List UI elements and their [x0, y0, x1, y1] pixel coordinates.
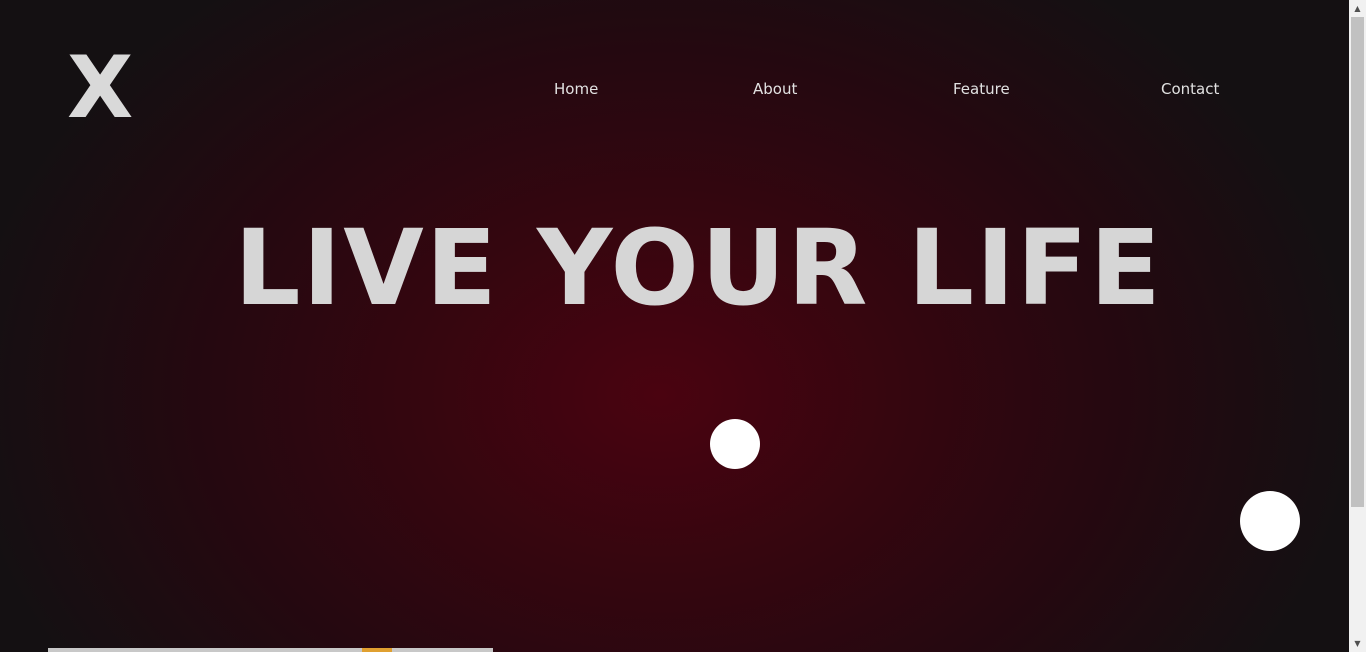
next-section-accent	[362, 648, 392, 652]
nav-link-contact[interactable]: Contact	[1161, 79, 1219, 99]
triangle-down-icon[interactable]: ▼	[1349, 635, 1366, 652]
cursor-dot	[710, 419, 760, 469]
nav-link-feature[interactable]: Feature	[953, 79, 1010, 99]
floating-circle-button[interactable]	[1240, 491, 1300, 551]
scrollbar-thumb[interactable]	[1351, 17, 1364, 507]
hero-section: X Home About Feature Contact LIVE YOUR L…	[0, 0, 1349, 652]
next-section-edge	[48, 648, 493, 652]
nav-link-home[interactable]: Home	[554, 79, 598, 99]
triangle-up-icon[interactable]: ▲	[1349, 0, 1366, 17]
hero-headline: LIVE YOUR LIFE	[234, 207, 1163, 329]
vertical-scrollbar[interactable]: ▲ ▼	[1349, 0, 1366, 652]
main-nav: Home About Feature Contact	[0, 79, 1349, 99]
nav-link-about[interactable]: About	[753, 79, 797, 99]
